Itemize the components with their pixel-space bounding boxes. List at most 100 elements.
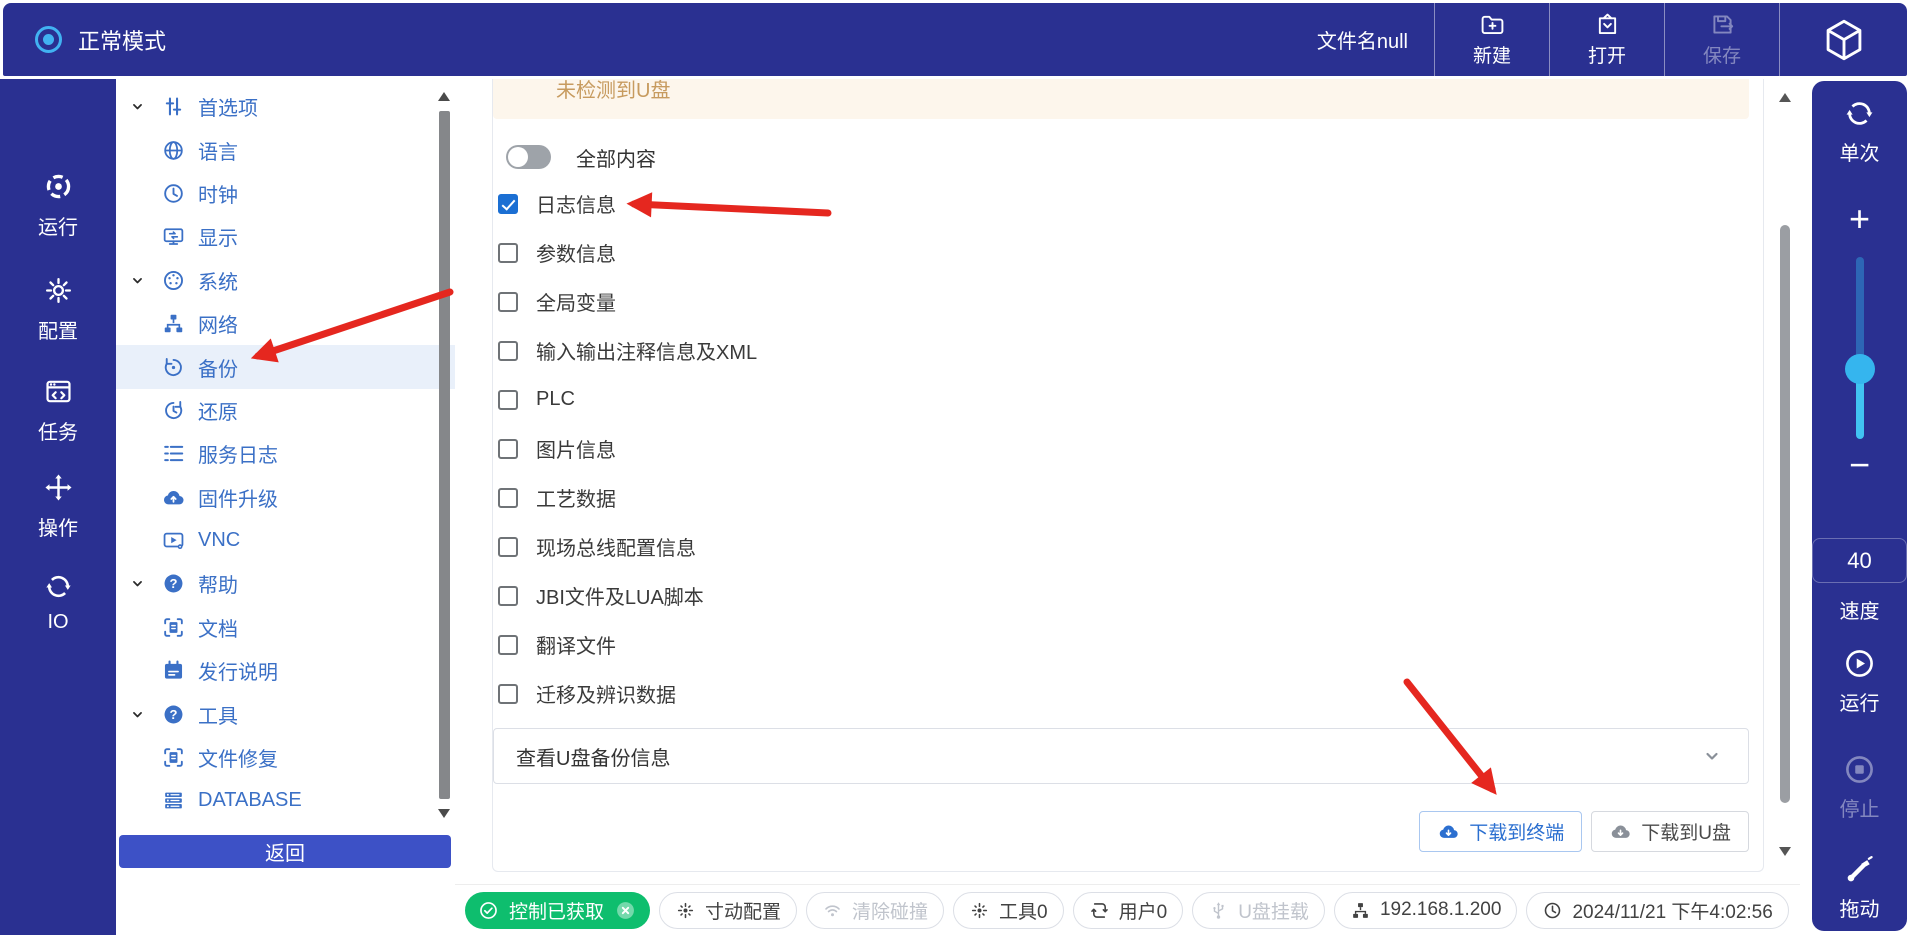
tool-icon <box>969 900 990 921</box>
checkbox-param-info[interactable]: 参数信息 <box>493 228 1749 277</box>
checkbox-box[interactable] <box>498 194 518 214</box>
checkbox-box[interactable] <box>498 292 518 312</box>
menu-item-database[interactable]: DATABASE <box>116 779 455 822</box>
checkbox-process-data[interactable]: 工艺数据 <box>493 473 1749 522</box>
download-to-terminal-button[interactable]: 下载到终端 <box>1419 811 1582 852</box>
usb-backup-info-dropdown[interactable]: 查看U盘备份信息 <box>493 728 1749 784</box>
menu-item-restore[interactable]: 还原 <box>116 389 455 432</box>
checkbox-box[interactable] <box>498 537 518 557</box>
release-notes-icon <box>161 658 186 683</box>
menu-item-preferences[interactable]: 首选项 <box>116 85 455 128</box>
firmware-upgrade-icon <box>161 485 186 510</box>
open-file-icon <box>1594 11 1621 38</box>
service-log-icon <box>161 441 186 466</box>
slider-track-upper[interactable] <box>1856 257 1864 369</box>
stop-icon <box>1843 753 1876 786</box>
display-icon <box>161 224 186 249</box>
mode-label: 正常模式 <box>78 24 166 56</box>
drag-button[interactable]: 拖动 <box>1812 853 1907 922</box>
open-button[interactable]: 打开 <box>1550 3 1664 76</box>
menu-item-language[interactable]: 语言 <box>116 128 455 171</box>
speed-slider[interactable] <box>1856 257 1864 439</box>
menu-item-network[interactable]: 网络 <box>116 302 455 345</box>
menu-item-display[interactable]: 显示 <box>116 215 455 258</box>
content-scroll-down-arrow[interactable] <box>1779 847 1791 856</box>
checkbox-box[interactable] <box>498 684 518 704</box>
cloud-download-icon <box>1609 820 1632 843</box>
robot-arm-icon <box>1843 853 1876 886</box>
save-button[interactable]: 保存 <box>1665 3 1779 76</box>
checkbox-translation-files[interactable]: 翻译文件 <box>493 620 1749 669</box>
menu-item-file-repair[interactable]: 文件修复 <box>116 736 455 779</box>
checkbox-box[interactable] <box>498 439 518 459</box>
tool-pill[interactable]: 工具0 <box>953 892 1064 929</box>
back-button[interactable]: 返回 <box>119 835 451 868</box>
nav-item-operate[interactable]: 操作 <box>0 472 116 541</box>
chevron-down-icon <box>1700 744 1724 768</box>
docs-icon <box>161 615 186 640</box>
folder-plus-icon <box>1479 11 1506 38</box>
checkbox-log-info[interactable]: 日志信息 <box>493 179 1749 228</box>
checkbox-box[interactable] <box>498 635 518 655</box>
release-control-icon[interactable] <box>614 899 637 922</box>
nav-item-config[interactable]: 配置 <box>0 275 116 344</box>
network-icon <box>1350 900 1371 921</box>
menu-scrollbar[interactable] <box>439 111 450 799</box>
menu-item-backup[interactable]: 备份 <box>116 345 455 388</box>
settings-menu-list: 首选项 语言 时钟 显示 系统 网络 备 <box>116 85 455 823</box>
nav-item-task[interactable]: 任务 <box>0 376 116 445</box>
checkbox-box[interactable] <box>498 390 518 410</box>
run-target-icon <box>43 171 74 202</box>
content-scroll-up-arrow[interactable] <box>1779 93 1791 102</box>
backup-content: 未检测到U盘 全部内容 日志信息 参数信息 全局变量 输入输出注释信息及XML … <box>455 79 1800 935</box>
jog-config-pill[interactable]: 寸动配置 <box>659 892 797 929</box>
menu-scroll-up-arrow[interactable] <box>438 92 450 101</box>
checkbox-jbi-lua[interactable]: JBI文件及LUA脚本 <box>493 571 1749 620</box>
checkbox-migration-data[interactable]: 迁移及辨识数据 <box>493 669 1749 718</box>
play-icon <box>1843 647 1876 680</box>
io-cycle-icon <box>43 571 74 602</box>
single-cycle-button[interactable]: 单次 <box>1812 97 1907 166</box>
content-scrollbar[interactable] <box>1780 225 1790 803</box>
menu-item-release-notes[interactable]: 发行说明 <box>116 649 455 692</box>
run-button[interactable]: 运行 <box>1812 647 1907 716</box>
menu-item-tools[interactable]: 工具 <box>116 692 455 735</box>
menu-item-system[interactable]: 系统 <box>116 259 455 302</box>
checkbox-image-info[interactable]: 图片信息 <box>493 424 1749 473</box>
usb-mount-pill[interactable]: U盘挂载 <box>1192 892 1325 929</box>
download-to-usb-button[interactable]: 下载到U盘 <box>1591 811 1749 852</box>
menu-scroll-down-arrow[interactable] <box>438 809 450 818</box>
user-pill[interactable]: 用户0 <box>1073 892 1184 929</box>
stop-button[interactable]: 停止 <box>1812 753 1907 822</box>
nav-item-run[interactable]: 运行 <box>0 171 116 240</box>
cycle-icon <box>1843 97 1876 130</box>
clear-collision-pill[interactable]: 清除碰撞 <box>806 892 944 929</box>
checkbox-plc[interactable]: PLC <box>493 375 1749 424</box>
new-button[interactable]: 新建 <box>1435 3 1549 76</box>
nav-item-io[interactable]: IO <box>0 571 116 634</box>
control-acquired-pill[interactable]: 控制已获取 <box>465 892 650 929</box>
speed-decrease-button[interactable]: − <box>1812 447 1907 483</box>
menu-item-firmware-upgrade[interactable]: 固件升级 <box>116 476 455 519</box>
menu-item-help[interactable]: 帮助 <box>116 562 455 605</box>
rotate-icon <box>1089 900 1110 921</box>
checkbox-box[interactable] <box>498 243 518 263</box>
tools-icon <box>161 702 186 727</box>
all-content-toggle[interactable] <box>506 145 551 169</box>
menu-item-vnc[interactable]: VNC <box>116 519 455 562</box>
checkbox-box[interactable] <box>498 488 518 508</box>
database-icon <box>161 788 186 813</box>
checkbox-io-comment-xml[interactable]: 输入输出注释信息及XML <box>493 326 1749 375</box>
checkbox-box[interactable] <box>498 586 518 606</box>
speed-increase-button[interactable]: + <box>1812 201 1907 237</box>
checkbox-global-vars[interactable]: 全局变量 <box>493 277 1749 326</box>
speed-value: 40 <box>1812 538 1907 583</box>
slider-thumb[interactable] <box>1845 354 1875 384</box>
menu-item-clock[interactable]: 时钟 <box>116 172 455 215</box>
menu-item-docs[interactable]: 文档 <box>116 606 455 649</box>
checkbox-fieldbus-config[interactable]: 现场总线配置信息 <box>493 522 1749 571</box>
menu-item-service-log[interactable]: 服务日志 <box>116 432 455 475</box>
checkbox-box[interactable] <box>498 341 518 361</box>
download-buttons-row: 下载到终端 下载到U盘 <box>493 811 1749 852</box>
usb-warning-banner: 未检测到U盘 <box>493 79 1749 119</box>
